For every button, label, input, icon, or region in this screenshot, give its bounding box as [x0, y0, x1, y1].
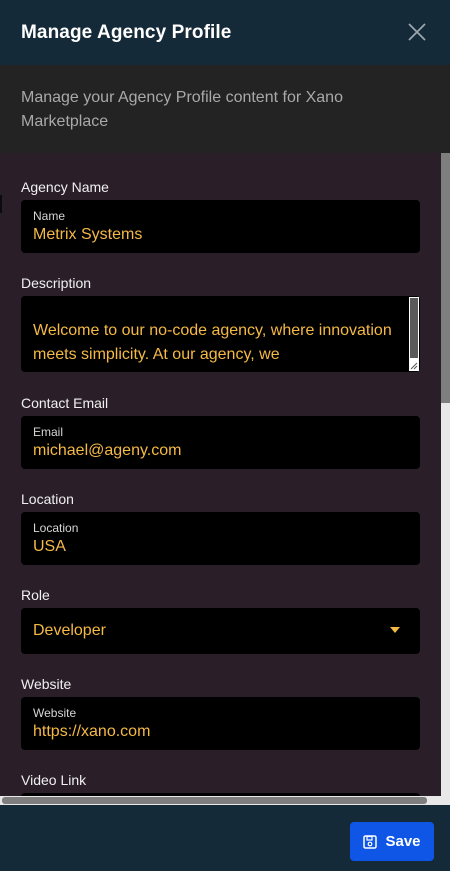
edge-marker: [0, 195, 2, 213]
close-icon: [408, 23, 426, 41]
dialog-header: Manage Agency Profile: [0, 0, 450, 65]
location-value: USA: [33, 538, 66, 555]
role-select[interactable]: Developer: [21, 608, 420, 654]
resize-grip-icon[interactable]: [410, 362, 418, 370]
dialog-title: Manage Agency Profile: [21, 21, 232, 43]
chevron-down-icon: [390, 627, 400, 633]
save-label: Save: [385, 833, 421, 850]
video-link-label: Video Link: [21, 772, 87, 788]
textarea-scroll-thumb[interactable]: [410, 298, 418, 358]
close-button[interactable]: [406, 21, 428, 43]
description-textarea[interactable]: Welcome to our no-code agency, where inn…: [21, 296, 420, 372]
vertical-scroll-thumb[interactable]: [441, 153, 450, 403]
description-value: Welcome to our no-code agency, where inn…: [33, 322, 392, 363]
role-label: Role: [21, 587, 50, 603]
location-label: Location: [21, 491, 74, 507]
description-label: Description: [21, 275, 92, 291]
agency-name-inner-label: Name: [33, 209, 66, 223]
save-button[interactable]: Save: [350, 822, 434, 861]
dialog-footer: Save: [0, 805, 450, 871]
website-value: https://xano.com: [33, 723, 151, 740]
email-inner-label: Email: [33, 425, 64, 439]
website-inner-label: Website: [33, 706, 77, 720]
agency-name-field[interactable]: Name Metrix Systems: [21, 200, 420, 253]
agency-name-value: Metrix Systems: [33, 226, 143, 243]
agency-name-label: Agency Name: [21, 179, 109, 195]
location-field[interactable]: Location USA: [21, 512, 420, 565]
website-label: Website: [21, 676, 72, 692]
description-text: Manage your Agency Profile content for X…: [21, 89, 343, 130]
email-value: michael@ageny.com: [33, 442, 182, 459]
location-inner-label: Location: [33, 521, 79, 535]
floppy-disk-icon: [363, 834, 378, 849]
horizontal-scroll-thumb[interactable]: [2, 797, 427, 804]
contact-email-label: Contact Email: [21, 395, 109, 411]
website-field[interactable]: Website https://xano.com: [21, 697, 420, 750]
role-value: Developer: [33, 622, 106, 639]
dialog-description: Manage your Agency Profile content for X…: [0, 65, 450, 153]
contact-email-field[interactable]: Email michael@ageny.com: [21, 416, 420, 469]
